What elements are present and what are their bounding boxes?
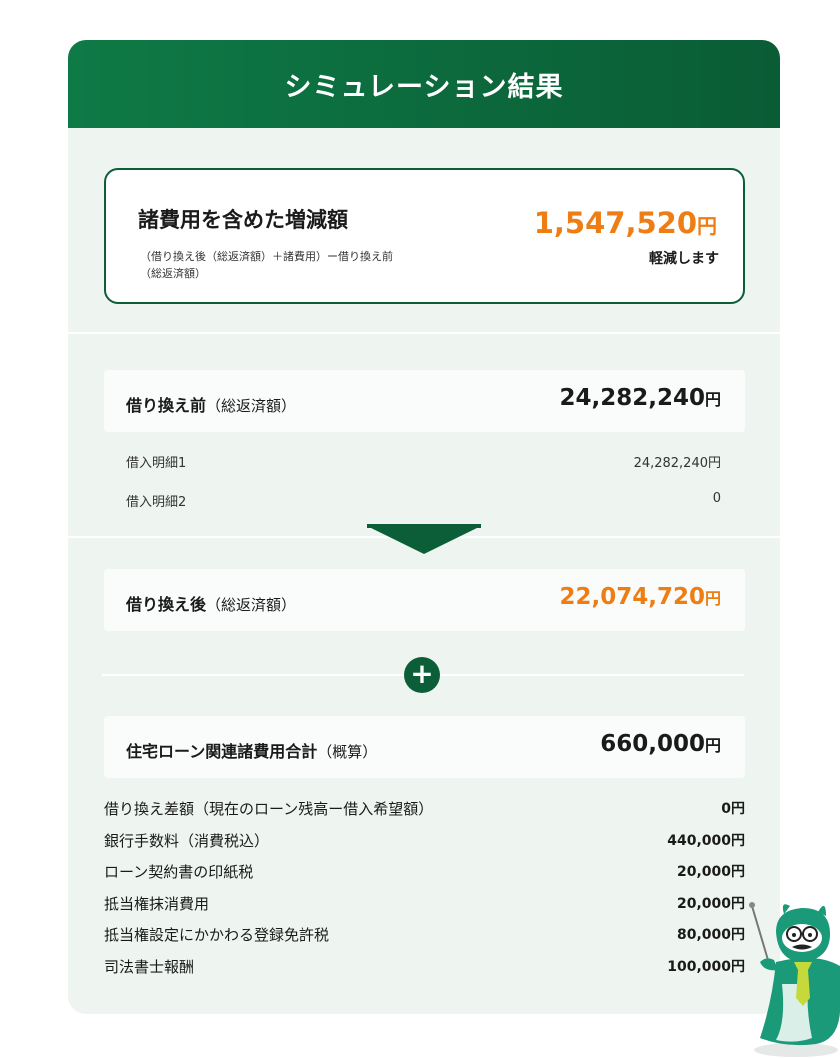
fee-label: 抵当権設定にかかわる登録免許税 bbox=[104, 926, 330, 945]
fee-value: 20,000円 bbox=[676, 864, 745, 881]
fees-breakdown-list: 借り換え差額（現在のローン残高ー借入希望額） 0円 銀行手数料（消費税込） 440,… bbox=[104, 798, 745, 988]
after-label-sub: （総返済額） bbox=[206, 596, 297, 614]
fee-label: 抵当権抹消費用 bbox=[104, 894, 210, 913]
card-title: シミュレーション結果 bbox=[68, 40, 780, 128]
before-detail-label: 借入明細1 bbox=[126, 456, 187, 471]
summary-amount-yen: 円 bbox=[697, 214, 717, 238]
down-arrow-icon bbox=[367, 526, 481, 554]
summary-note-line1: （借り換え後（総返済額）＋諸費用）ー借り換え前 bbox=[140, 250, 393, 263]
before-detail-label: 借入明細2 bbox=[126, 495, 187, 510]
summary-result-text: 軽減します bbox=[649, 251, 719, 267]
summary-box: 諸費用を含めた増減額 （借り換え後（総返済額）＋諸費用）ー借り換え前 （総返済額… bbox=[104, 168, 745, 304]
fee-row: 抵当権設定にかかわる登録免許税 80,000円 bbox=[104, 924, 745, 956]
fee-value: 100,000円 bbox=[667, 958, 745, 975]
after-amount-yen: 円 bbox=[704, 589, 721, 608]
fees-amount: 660,000円 bbox=[600, 731, 721, 757]
fee-row: ローン契約書の印紙税 20,000円 bbox=[104, 861, 745, 893]
fee-label: ローン契約書の印紙税 bbox=[104, 863, 254, 882]
fees-label-main: 住宅ローン関連諸費用合計 bbox=[126, 742, 318, 761]
before-amount-yen: 円 bbox=[704, 390, 721, 409]
after-amount: 22,074,720円 bbox=[559, 584, 721, 610]
fee-value: 20,000円 bbox=[676, 895, 745, 912]
summary-note-line2: （総返済額） bbox=[140, 267, 206, 280]
after-total-bar: 借り換え後（総返済額） 22,074,720円 bbox=[104, 569, 745, 631]
fees-amount-value: 660,000 bbox=[600, 731, 705, 757]
section-divider bbox=[68, 332, 780, 334]
summary-title: 諸費用を含めた増減額 bbox=[138, 208, 348, 232]
summary-note: （借り換え後（総返済額）＋諸費用）ー借り換え前 （総返済額） bbox=[140, 248, 430, 282]
fee-label: 銀行手数料（消費税込） bbox=[104, 831, 270, 850]
fee-row: 抵当権抹消費用 20,000円 bbox=[104, 893, 745, 925]
fee-row: 借り換え差額（現在のローン残高ー借入希望額） 0円 bbox=[104, 798, 745, 830]
fees-label: 住宅ローン関連諸費用合計（概算） bbox=[126, 738, 377, 762]
plus-icon: + bbox=[404, 657, 440, 693]
before-detail-value: 24,282,240円 bbox=[633, 456, 721, 471]
before-detail-value: 0 bbox=[712, 491, 721, 506]
summary-amount: 1,547,520円 bbox=[534, 206, 717, 240]
fees-total-bar: 住宅ローン関連諸費用合計（概算） 660,000円 bbox=[104, 716, 745, 778]
summary-amount-value: 1,547,520 bbox=[533, 206, 697, 240]
fee-label: 借り換え差額（現在のローン残高ー借入希望額） bbox=[104, 800, 434, 818]
mascot-character-icon bbox=[749, 902, 840, 1057]
fee-value: 80,000円 bbox=[676, 927, 745, 944]
after-amount-value: 22,074,720 bbox=[559, 584, 705, 610]
before-amount-value: 24,282,240 bbox=[559, 385, 705, 411]
fee-label: 司法書士報酬 bbox=[104, 957, 195, 976]
before-label-main: 借り換え前 bbox=[126, 396, 207, 415]
before-detail-row: 借入明細1 24,282,240円 bbox=[126, 452, 721, 471]
fees-amount-yen: 円 bbox=[704, 736, 721, 755]
fee-value: 440,000円 bbox=[667, 832, 745, 849]
fee-value: 0円 bbox=[721, 801, 745, 817]
before-amount: 24,282,240円 bbox=[559, 385, 721, 411]
before-total-bar: 借り換え前（総返済額） 24,282,240円 bbox=[104, 370, 745, 432]
before-label-sub: （総返済額） bbox=[206, 397, 297, 415]
before-detail-row: 借入明細2 0 bbox=[126, 491, 721, 510]
fees-label-sub: （概算） bbox=[317, 743, 378, 761]
before-label: 借り換え前（総返済額） bbox=[126, 392, 296, 416]
fee-row: 司法書士報酬 100,000円 bbox=[104, 956, 745, 988]
after-label: 借り換え後（総返済額） bbox=[126, 591, 296, 615]
simulation-result-card: シミュレーション結果 諸費用を含めた増減額 （借り換え後（総返済額）＋諸費用）ー… bbox=[68, 40, 780, 1014]
after-label-main: 借り換え後 bbox=[126, 595, 207, 614]
fee-row: 銀行手数料（消費税込） 440,000円 bbox=[104, 830, 745, 862]
